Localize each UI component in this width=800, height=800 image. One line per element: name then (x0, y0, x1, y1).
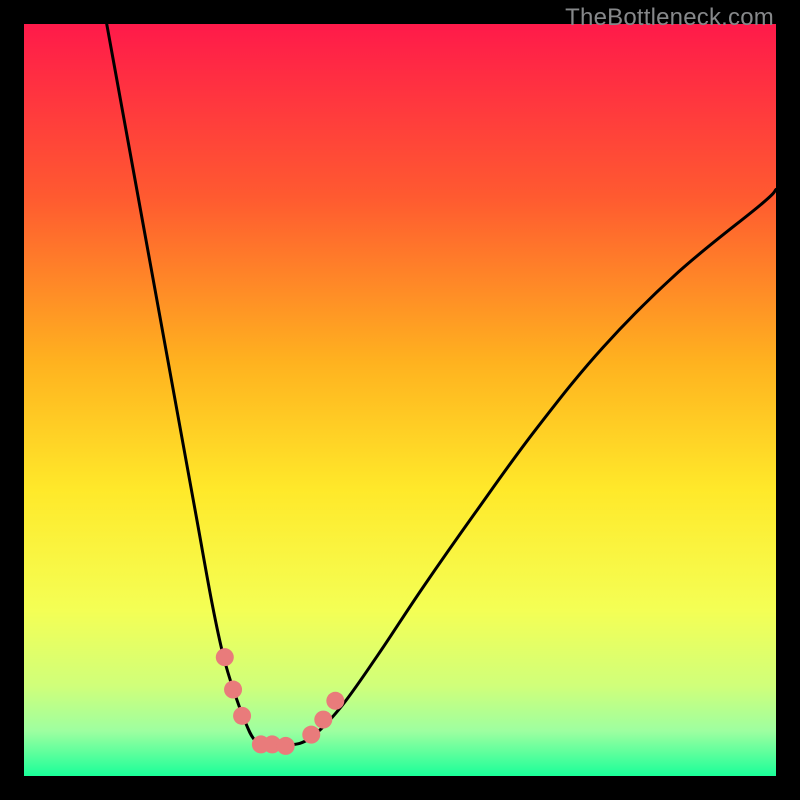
marker-right-1 (302, 726, 320, 744)
marker-left-3 (233, 707, 251, 725)
marker-right-3 (326, 692, 344, 710)
chart-background (24, 24, 776, 776)
marker-left-2 (224, 681, 242, 699)
chart-svg (24, 24, 776, 776)
marker-left-1 (216, 648, 234, 666)
chart-frame (24, 24, 776, 776)
watermark-text: TheBottleneck.com (565, 4, 774, 32)
marker-right-2 (314, 711, 332, 729)
marker-bottom-3 (277, 737, 295, 755)
